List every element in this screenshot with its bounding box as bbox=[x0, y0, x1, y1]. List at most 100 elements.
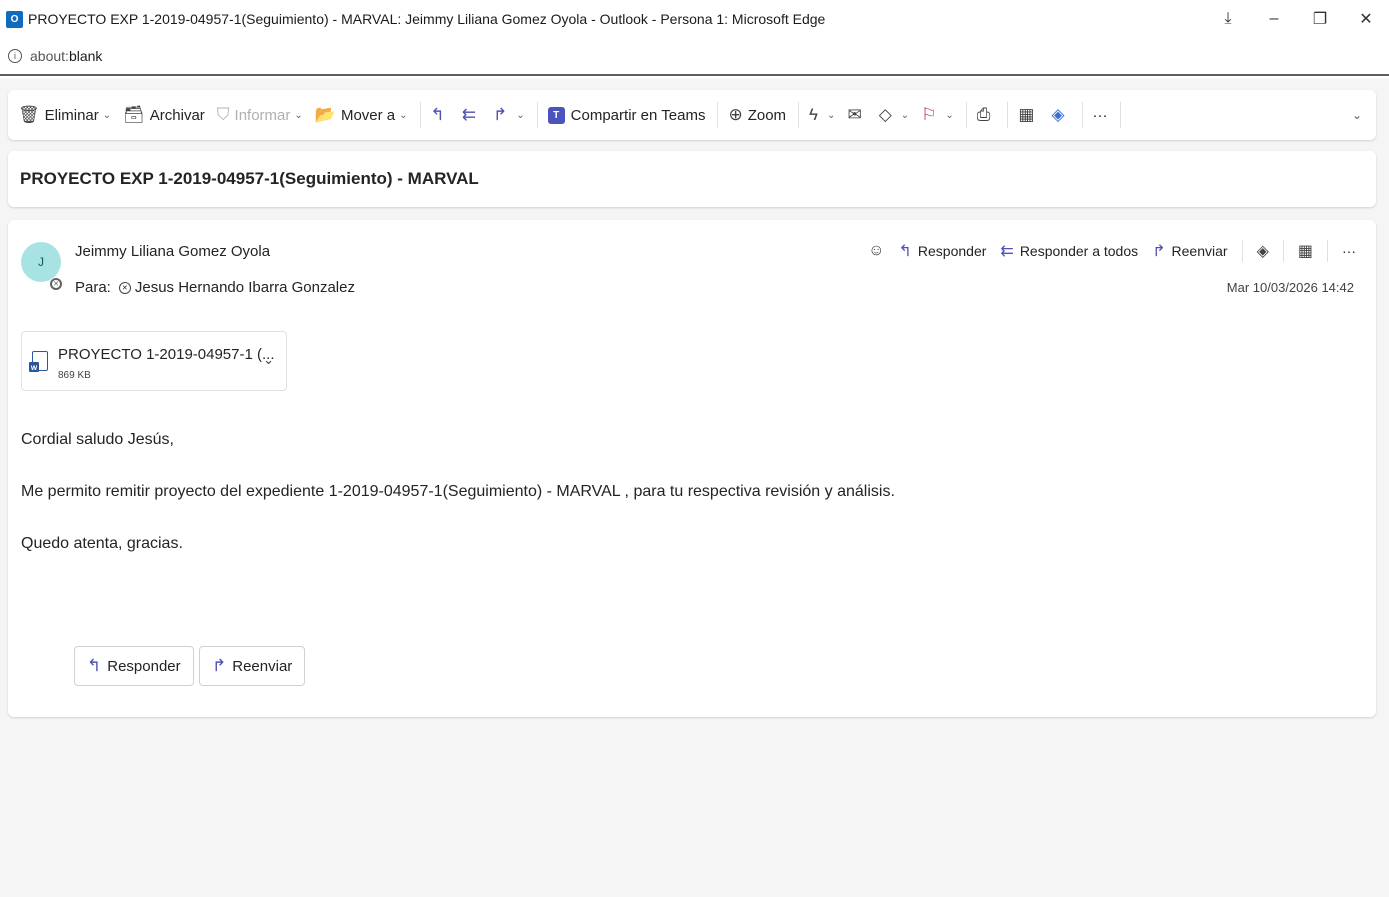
body-paragraph: Me permito remitir proyecto del expedien… bbox=[21, 483, 895, 500]
forward-label: Reenviar bbox=[1171, 243, 1228, 259]
quick-steps-button[interactable]: ϟ ⌄ bbox=[809, 105, 835, 125]
attachment-card[interactable]: PROYECTO 1-2019-04957-1 (... 869 KB ⌄ bbox=[21, 331, 287, 391]
sender-name[interactable]: Jeimmy Liliana Gomez Oyola bbox=[75, 243, 270, 260]
archive-label: Archivar bbox=[149, 106, 205, 124]
forward-icon: ↱ bbox=[1152, 243, 1166, 260]
info-icon[interactable]: i bbox=[8, 49, 22, 63]
shield-icon: ⛉ bbox=[216, 105, 230, 124]
recipient-status-icon: ✕ bbox=[118, 281, 131, 294]
reply-icon: ↰ bbox=[898, 243, 912, 260]
actions-divider bbox=[1282, 240, 1284, 262]
more-icon: ··· bbox=[1092, 106, 1108, 124]
trash-icon: 🗑 bbox=[18, 105, 40, 124]
url-text[interactable]: about:blank bbox=[30, 48, 102, 64]
toolbar-reply-button[interactable]: ↰ bbox=[431, 105, 450, 125]
download-icon[interactable]: ⤓ bbox=[1205, 0, 1251, 38]
address-bar[interactable]: i about:blank bbox=[0, 38, 1389, 76]
more-icon: ··· bbox=[1342, 243, 1356, 259]
forward-button[interactable]: ↱ Reenviar bbox=[1152, 241, 1227, 261]
delete-button[interactable]: 🗑 Eliminar ⌄ bbox=[18, 105, 111, 125]
print-button[interactable]: ⎙ bbox=[977, 105, 996, 125]
word-file-icon bbox=[29, 351, 48, 372]
chevron-down-icon[interactable]: ⌄ bbox=[399, 110, 407, 121]
message-date: Mar 10/03/2026 14:42 bbox=[1226, 280, 1354, 295]
mark-read-button[interactable]: ✉ bbox=[847, 105, 866, 125]
delete-label: Eliminar bbox=[44, 106, 99, 124]
reply-all-button[interactable]: ⇇ Responder a todos bbox=[1000, 241, 1138, 261]
reading-pane: 🗑 Eliminar ⌄ 🗃 Archivar ⛉ Informar ⌄ 📂 M… bbox=[0, 78, 1389, 897]
presence-badge-icon: ✕ bbox=[50, 278, 62, 290]
loop-button[interactable]: ◈ bbox=[1051, 105, 1069, 125]
move-button[interactable]: 📂 Mover a ⌄ bbox=[315, 105, 408, 125]
report-label: Informar bbox=[234, 106, 291, 124]
reply-button[interactable]: ↰ Responder bbox=[899, 241, 987, 261]
apps-button[interactable]: ▦ bbox=[1298, 241, 1313, 261]
chevron-down-icon[interactable]: ⌄ bbox=[294, 110, 302, 121]
report-button[interactable]: ⛉ Informar ⌄ bbox=[217, 105, 303, 125]
subject-card: PROYECTO EXP 1-2019-04957-1(Seguimiento)… bbox=[8, 151, 1376, 207]
to-label: Para: bbox=[75, 279, 111, 296]
attachment-name[interactable]: PROYECTO 1-2019-04957-1 (... bbox=[58, 346, 275, 363]
message-actions: ☺ ↰ Responder ⇇ Responder a todos ↱ Reen… bbox=[854, 240, 1356, 262]
chevron-down-icon[interactable]: ⌄ bbox=[901, 110, 909, 121]
flag-button[interactable]: ⚐ ⌄ bbox=[921, 105, 954, 125]
reply-all-label: Responder a todos bbox=[1019, 243, 1139, 259]
toolbar-divider bbox=[536, 102, 538, 128]
avatar[interactable]: J bbox=[21, 242, 61, 282]
zoom-button[interactable]: ⊕ Zoom bbox=[728, 105, 786, 125]
reply-label: Responder bbox=[917, 243, 987, 259]
message-toolbar: 🗑 Eliminar ⌄ 🗃 Archivar ⛉ Informar ⌄ 📂 M… bbox=[8, 90, 1376, 140]
body-paragraph: Quedo atenta, gracias. bbox=[21, 535, 183, 552]
tag-icon: ◇ bbox=[878, 105, 892, 124]
toolbar-divider bbox=[1007, 102, 1009, 128]
chevron-down-icon[interactable]: ⌄ bbox=[827, 110, 835, 121]
zoom-label: Zoom bbox=[747, 106, 787, 124]
bottom-reply-label: Responder bbox=[107, 657, 181, 675]
bottom-reply-button[interactable]: ↰ Responder bbox=[74, 646, 194, 686]
loop-icon: ◈ bbox=[1256, 243, 1269, 260]
recipient-name[interactable]: Jesus Hernando Ibarra Gonzalez bbox=[135, 279, 355, 296]
reply-icon: ↰ bbox=[87, 656, 102, 675]
message-card: J ✕ Jeimmy Liliana Gomez Oyola Para: ✕ J… bbox=[8, 220, 1376, 717]
bottom-forward-button[interactable]: ↱ Reenviar bbox=[199, 646, 306, 686]
share-teams-button[interactable]: T Compartir en Teams bbox=[547, 106, 705, 124]
url-page: blank bbox=[68, 48, 103, 64]
window-controls: ⤓ – ❐ ✕ bbox=[1205, 0, 1389, 38]
chevron-down-icon[interactable]: ⌄ bbox=[945, 110, 953, 121]
archive-button[interactable]: 🗃 Archivar bbox=[123, 105, 205, 125]
expand-toolbar-icon[interactable]: ⌄ bbox=[1352, 108, 1362, 122]
forward-icon: ↱ bbox=[212, 656, 227, 675]
toolbar-forward-button[interactable]: ↱ ⌄ bbox=[493, 105, 525, 125]
zoom-icon: ⊕ bbox=[728, 105, 743, 124]
restore-button[interactable]: ❐ bbox=[1297, 0, 1343, 38]
chevron-down-icon[interactable]: ⌄ bbox=[263, 352, 274, 368]
actions-divider bbox=[1327, 240, 1328, 262]
body-paragraph: Cordial saludo Jesús, bbox=[21, 431, 174, 448]
more-actions-button[interactable]: ··· bbox=[1342, 243, 1356, 259]
archive-icon: 🗃 bbox=[123, 105, 145, 124]
loop-button[interactable]: ◈ bbox=[1257, 241, 1269, 261]
more-options-button[interactable]: ··· bbox=[1093, 107, 1108, 124]
folder-move-icon: 📂 bbox=[314, 105, 336, 124]
apps-button[interactable]: ▦ bbox=[1018, 105, 1039, 125]
bottom-forward-label: Reenviar bbox=[232, 657, 293, 675]
recipients-line: Para: ✕ Jesus Hernando Ibarra Gonzalez bbox=[75, 279, 355, 296]
categorize-button[interactable]: ◇ ⌄ bbox=[879, 105, 909, 125]
lightning-icon: ϟ bbox=[809, 105, 819, 124]
chevron-down-icon[interactable]: ⌄ bbox=[516, 110, 524, 121]
loop-icon: ◈ bbox=[1051, 105, 1065, 124]
toolbar-divider bbox=[798, 102, 800, 128]
reply-all-icon: ⇇ bbox=[1000, 243, 1014, 260]
minimize-button[interactable]: – bbox=[1251, 0, 1297, 38]
reply-icon: ↰ bbox=[430, 105, 445, 124]
envelope-open-icon: ✉ bbox=[847, 105, 862, 124]
actions-divider bbox=[1241, 240, 1243, 262]
toolbar-reply-all-button[interactable]: ⇇ bbox=[462, 105, 481, 125]
smiley-icon: ☺ bbox=[868, 242, 885, 259]
close-button[interactable]: ✕ bbox=[1343, 0, 1389, 38]
printer-icon: ⎙ bbox=[976, 105, 991, 124]
emoji-reaction-button[interactable]: ☺ bbox=[868, 242, 884, 260]
chevron-down-icon[interactable]: ⌄ bbox=[103, 110, 111, 121]
url-scheme: about: bbox=[30, 48, 69, 64]
message-subject: PROYECTO EXP 1-2019-04957-1(Seguimiento)… bbox=[20, 169, 479, 188]
